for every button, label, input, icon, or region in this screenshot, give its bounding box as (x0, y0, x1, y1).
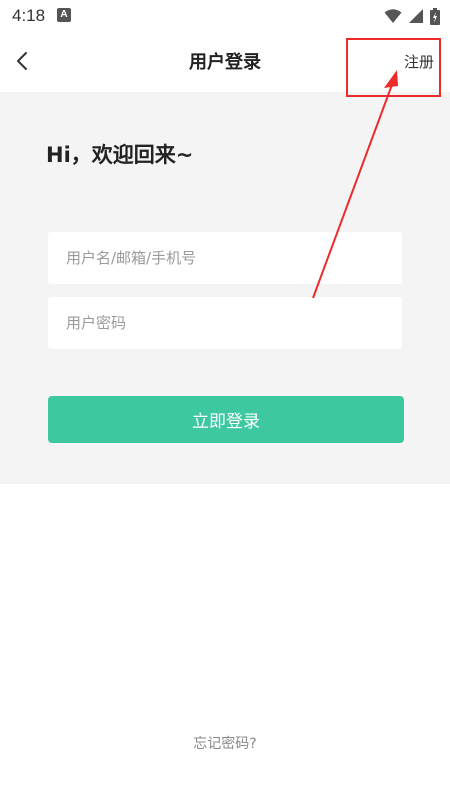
status-bar: 4:18 A (0, 0, 450, 32)
battery-icon (430, 7, 440, 25)
login-panel: Hi，欢迎回来~ 立即登录 (0, 92, 450, 484)
wifi-icon (384, 9, 402, 23)
signal-icon (409, 9, 423, 23)
username-input[interactable] (66, 232, 384, 284)
status-time: 4:18 (12, 6, 46, 25)
password-input[interactable] (66, 297, 384, 349)
annotation-highlight-box (346, 38, 441, 97)
greeting-heading: Hi，欢迎回来~ (46, 143, 194, 167)
a-icon: A (57, 8, 71, 22)
status-icons (384, 7, 440, 25)
forgot-password-link[interactable]: 忘记密码? (0, 733, 450, 753)
login-button[interactable]: 立即登录 (48, 396, 404, 443)
login-screen: 4:18 A 用户登录 注册 Hi，欢迎回来~ 用户名/邮箱/手机号 立即登录 … (0, 0, 450, 800)
username-field[interactable] (48, 232, 402, 284)
password-field[interactable] (48, 297, 402, 349)
